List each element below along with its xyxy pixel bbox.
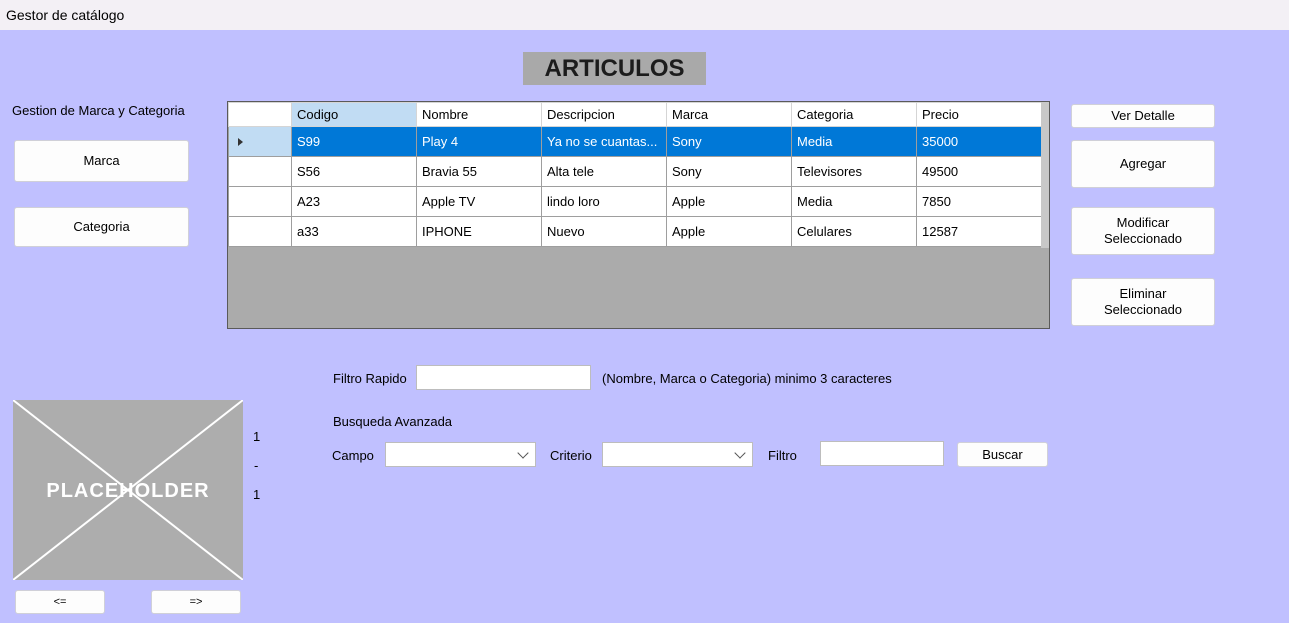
cell-nombre[interactable]: Play 4 <box>416 126 542 157</box>
grid-header-row: Codigo Nombre Descripcion Marca Categori… <box>228 102 1042 127</box>
modificar-seleccionado-button[interactable]: Modificar Seleccionado <box>1071 207 1215 255</box>
cell-descripcion[interactable]: Ya no se cuantas... <box>541 126 667 157</box>
marca-button[interactable]: Marca <box>14 140 189 182</box>
cell-marca[interactable]: Sony <box>666 156 792 187</box>
cell-descripcion[interactable]: Alta tele <box>541 156 667 187</box>
row-header-corner <box>228 102 292 127</box>
cell-codigo[interactable]: A23 <box>291 186 417 217</box>
categoria-button[interactable]: Categoria <box>14 207 189 247</box>
chevron-down-icon <box>734 447 746 459</box>
cell-descripcion[interactable]: lindo loro <box>541 186 667 217</box>
column-header-marca[interactable]: Marca <box>666 102 792 127</box>
cell-categoria[interactable]: Media <box>791 186 917 217</box>
row-header[interactable] <box>228 216 292 247</box>
column-header-precio[interactable]: Precio <box>916 102 1042 127</box>
cell-precio[interactable]: 35000 <box>916 126 1042 157</box>
page-title: ARTICULOS <box>523 52 706 85</box>
cell-categoria[interactable]: Celulares <box>791 216 917 247</box>
buscar-button[interactable]: Buscar <box>957 442 1048 467</box>
cell-categoria[interactable]: Media <box>791 126 917 157</box>
column-header-categoria[interactable]: Categoria <box>791 102 917 127</box>
column-header-nombre[interactable]: Nombre <box>416 102 542 127</box>
campo-label: Campo <box>332 448 374 463</box>
table-row[interactable]: a33 IPHONE Nuevo Apple Celulares 12587 <box>228 216 1042 247</box>
cell-precio[interactable]: 49500 <box>916 156 1042 187</box>
window-title: Gestor de catálogo <box>6 7 125 23</box>
previous-image-button[interactable]: <= <box>15 590 105 614</box>
image-counter-total: 1 <box>253 487 261 502</box>
article-image: PLACEHOLDER <box>13 400 243 580</box>
column-header-descripcion[interactable]: Descripcion <box>541 102 667 127</box>
chevron-down-icon <box>517 447 529 459</box>
ver-detalle-button[interactable]: Ver Detalle <box>1071 104 1215 128</box>
cell-marca[interactable]: Apple <box>666 216 792 247</box>
cell-descripcion[interactable]: Nuevo <box>541 216 667 247</box>
cell-precio[interactable]: 7850 <box>916 186 1042 217</box>
table-row[interactable]: S56 Bravia 55 Alta tele Sony Televisores… <box>228 156 1042 187</box>
advanced-search-label: Busqueda Avanzada <box>333 414 453 429</box>
placeholder-text: PLACEHOLDER <box>46 480 210 502</box>
image-counter-current: 1 <box>253 429 261 444</box>
quick-filter-label: Filtro Rapido <box>333 371 407 386</box>
row-header[interactable] <box>228 156 292 187</box>
next-image-button[interactable]: => <box>151 590 241 614</box>
agregar-button[interactable]: Agregar <box>1071 140 1215 188</box>
criterio-dropdown[interactable] <box>602 442 753 467</box>
column-header-codigo[interactable]: Codigo <box>291 102 417 127</box>
current-row-arrow-icon <box>238 138 243 146</box>
vertical-scrollbar[interactable] <box>1041 102 1049 248</box>
cell-categoria[interactable]: Televisores <box>791 156 917 187</box>
articles-grid[interactable]: Codigo Nombre Descripcion Marca Categori… <box>227 101 1050 329</box>
brand-category-section-label: Gestion de Marca y Categoria <box>12 103 185 118</box>
row-header[interactable] <box>228 186 292 217</box>
title-bar: Gestor de catálogo <box>0 0 1289 30</box>
quick-filter-input[interactable] <box>416 365 591 390</box>
cell-precio[interactable]: 12587 <box>916 216 1042 247</box>
cell-codigo[interactable]: a33 <box>291 216 417 247</box>
cell-marca[interactable]: Sony <box>666 126 792 157</box>
quick-filter-hint: (Nombre, Marca o Categoria) minimo 3 car… <box>602 371 892 386</box>
cell-codigo[interactable]: S56 <box>291 156 417 187</box>
filtro-label: Filtro <box>768 448 797 463</box>
cell-nombre[interactable]: Apple TV <box>416 186 542 217</box>
cell-codigo[interactable]: S99 <box>291 126 417 157</box>
cell-nombre[interactable]: Bravia 55 <box>416 156 542 187</box>
cell-nombre[interactable]: IPHONE <box>416 216 542 247</box>
table-row[interactable]: S99 Play 4 Ya no se cuantas... Sony Medi… <box>228 126 1042 157</box>
campo-dropdown[interactable] <box>385 442 536 467</box>
table-row[interactable]: A23 Apple TV lindo loro Apple Media 7850 <box>228 186 1042 217</box>
image-counter-separator: - <box>254 458 259 473</box>
row-header[interactable] <box>228 126 292 157</box>
eliminar-seleccionado-button[interactable]: Eliminar Seleccionado <box>1071 278 1215 326</box>
filtro-input[interactable] <box>820 441 944 466</box>
criterio-label: Criterio <box>550 448 592 463</box>
cell-marca[interactable]: Apple <box>666 186 792 217</box>
